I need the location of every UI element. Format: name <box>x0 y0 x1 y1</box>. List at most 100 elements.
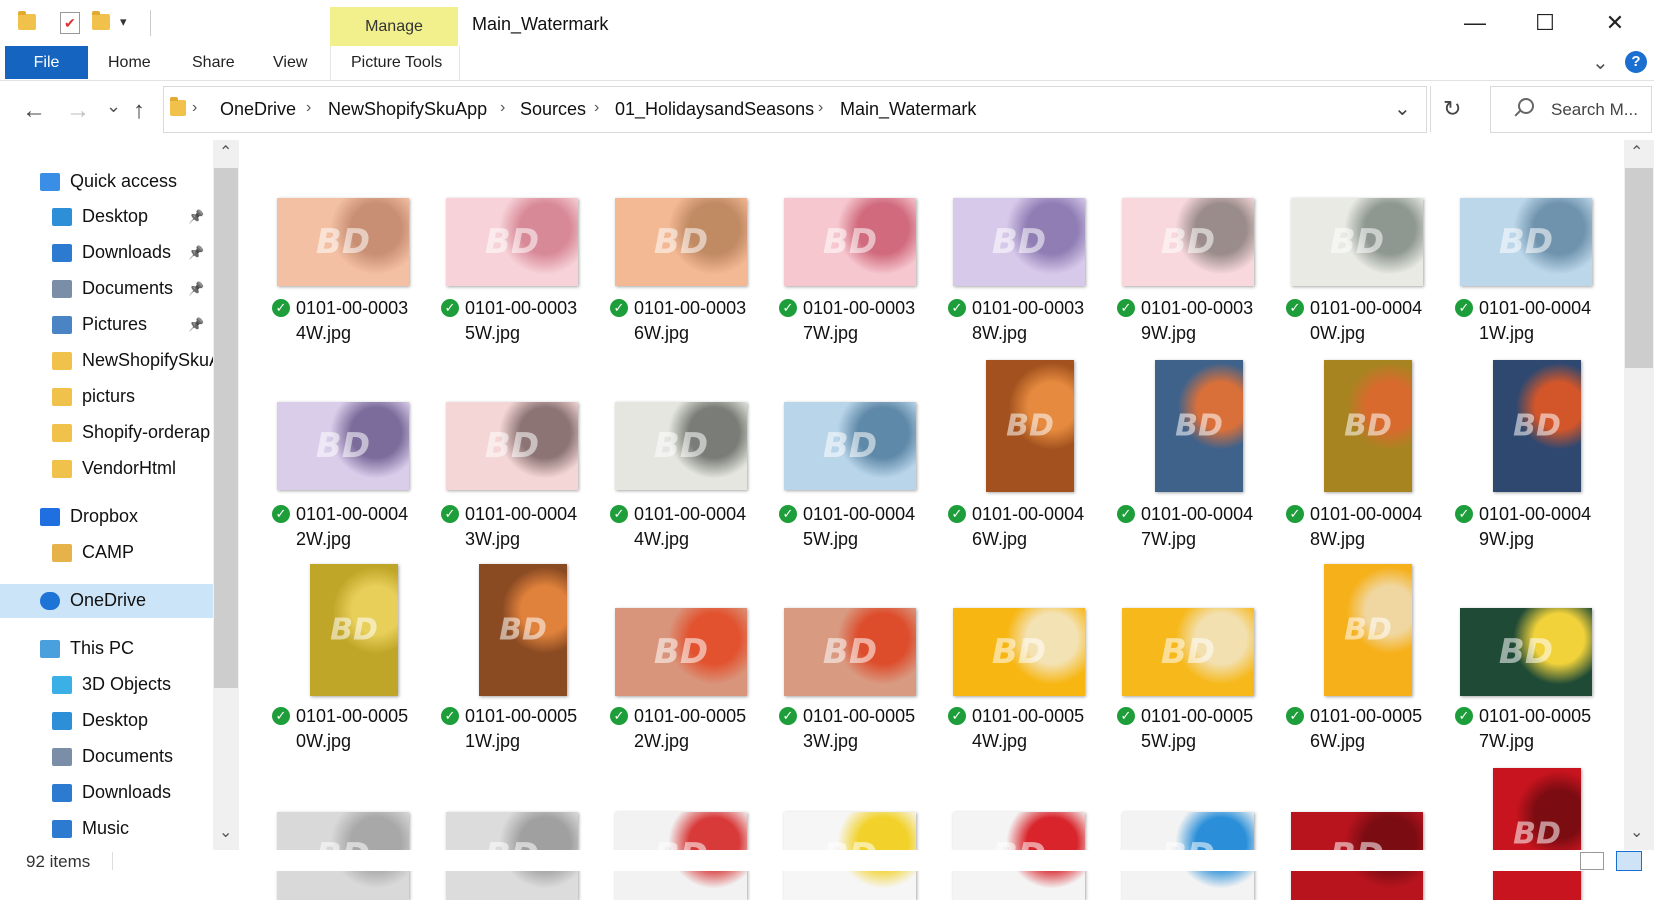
nav-item[interactable]: Downloads 📌 <box>0 236 213 270</box>
file-name-line1[interactable]: 0101-00-0003 <box>634 296 774 321</box>
breadcrumb-separator[interactable]: › <box>594 99 599 117</box>
content-scrollbar-thumb[interactable] <box>1625 168 1653 368</box>
search-input[interactable]: Search M... <box>1551 100 1638 120</box>
content-scroll-up-icon[interactable]: ⌃ <box>1630 142 1643 162</box>
file-name-line2[interactable]: 8W.jpg <box>948 321 1112 346</box>
details-view-icon[interactable] <box>1580 852 1604 870</box>
nav-item[interactable]: VendorHtml <box>0 452 213 486</box>
file-name-line1[interactable]: 0101-00-0003 <box>803 296 943 321</box>
file-name-line1[interactable]: 0101-00-0004 <box>296 502 436 527</box>
file-name-line1[interactable]: 0101-00-0003 <box>1141 296 1281 321</box>
file-name-line1[interactable]: 0101-00-0003 <box>296 296 436 321</box>
file-name-line1[interactable]: 0101-00-0004 <box>465 502 605 527</box>
nav-item[interactable]: CAMP <box>0 536 213 570</box>
file-name-line2[interactable]: 2W.jpg <box>272 527 436 552</box>
file-name-line2[interactable]: 3W.jpg <box>779 729 943 754</box>
breadcrumb-holidays[interactable]: 01_HolidaysandSeasons <box>615 99 814 120</box>
breadcrumb-separator[interactable]: › <box>818 99 823 117</box>
tab-picture-tools[interactable]: Picture Tools <box>351 54 442 72</box>
file-name-line1[interactable]: 0101-00-0004 <box>1479 502 1619 527</box>
file-name-line1[interactable]: 0101-00-0005 <box>1141 704 1281 729</box>
breadcrumb-separator[interactable]: › <box>306 99 311 117</box>
refresh-button[interactable]: ↻ <box>1443 96 1461 122</box>
file-name-line1[interactable]: 0101-00-0005 <box>634 704 774 729</box>
file-name-line1[interactable]: 0101-00-0004 <box>1479 296 1619 321</box>
file-name-line1[interactable]: 0101-00-0005 <box>465 704 605 729</box>
forward-button[interactable]: → <box>66 97 90 125</box>
file-name-line2[interactable]: 5W.jpg <box>441 321 605 346</box>
nav-item[interactable]: Pictures 📌 <box>0 308 213 342</box>
file-name-line2[interactable]: 8W.jpg <box>1286 527 1450 552</box>
file-name-line2[interactable]: 0W.jpg <box>1286 321 1450 346</box>
file-name-line2[interactable]: 4W.jpg <box>272 321 436 346</box>
file-name-line2[interactable]: 3W.jpg <box>441 527 605 552</box>
tab-view[interactable]: View <box>273 54 307 72</box>
nav-item[interactable]: Documents 📌 <box>0 272 213 306</box>
tab-share[interactable]: Share <box>192 54 235 72</box>
nav-item[interactable]: Desktop 📌 <box>0 200 213 234</box>
nav-item[interactable]: picturs <box>0 380 213 414</box>
file-name-line2[interactable]: 7W.jpg <box>779 321 943 346</box>
content-scroll-down-icon[interactable]: ⌄ <box>1630 822 1643 842</box>
properties-icon[interactable]: ✔ <box>60 12 80 34</box>
expand-ribbon-icon[interactable]: ⌄ <box>1592 50 1609 75</box>
new-folder-icon[interactable] <box>92 11 110 30</box>
back-button[interactable]: ← <box>22 97 46 125</box>
close-button[interactable]: ✕ <box>1580 0 1650 46</box>
breadcrumb-sources[interactable]: Sources <box>520 99 586 120</box>
file-name-line1[interactable]: 0101-00-0005 <box>1310 704 1450 729</box>
file-name-line1[interactable]: 0101-00-0004 <box>1310 296 1450 321</box>
breadcrumb-main-watermark[interactable]: Main_Watermark <box>840 99 976 120</box>
file-name-line2[interactable]: 6W.jpg <box>1286 729 1450 754</box>
breadcrumb-newshopifyskuapp[interactable]: NewShopifySkuApp <box>328 99 487 120</box>
file-name-line2[interactable]: 1W.jpg <box>441 729 605 754</box>
file-name-line2[interactable]: 7W.jpg <box>1455 729 1619 754</box>
file-name-line2[interactable]: 4W.jpg <box>610 527 774 552</box>
nav-item[interactable]: Music <box>0 812 213 846</box>
file-name-line1[interactable]: 0101-00-0005 <box>972 704 1112 729</box>
breadcrumb-separator[interactable]: › <box>500 99 505 117</box>
large-icons-view-icon[interactable] <box>1616 851 1642 871</box>
tab-home[interactable]: Home <box>108 54 151 72</box>
tab-file[interactable]: File <box>5 46 88 79</box>
nav-item[interactable]: Downloads <box>0 776 213 810</box>
help-icon[interactable]: ? <box>1625 51 1647 73</box>
file-name-line2[interactable]: 6W.jpg <box>948 527 1112 552</box>
file-name-line1[interactable]: 0101-00-0005 <box>803 704 943 729</box>
file-name-line1[interactable]: 0101-00-0003 <box>972 296 1112 321</box>
customize-quick-access-icon[interactable]: ▾ <box>120 14 127 30</box>
file-name-line2[interactable]: 2W.jpg <box>610 729 774 754</box>
file-name-line1[interactable]: 0101-00-0005 <box>1479 704 1619 729</box>
file-name-line2[interactable]: 9W.jpg <box>1117 321 1281 346</box>
nav-item[interactable]: NewShopifySkuA <box>0 344 221 378</box>
file-name-line2[interactable]: 0W.jpg <box>272 729 436 754</box>
nav-scroll-down-icon[interactable]: ⌄ <box>219 822 232 842</box>
file-name-line1[interactable]: 0101-00-0005 <box>296 704 436 729</box>
file-name-line1[interactable]: 0101-00-0004 <box>1310 502 1450 527</box>
nav-scrollbar-thumb[interactable] <box>214 168 238 688</box>
breadcrumb-onedrive[interactable]: OneDrive <box>220 99 296 120</box>
nav-item[interactable]: Shopify-orderap <box>0 416 213 450</box>
file-name-line2[interactable]: 6W.jpg <box>610 321 774 346</box>
nav-scroll-up-icon[interactable]: ⌃ <box>219 142 232 162</box>
file-name-line1[interactable]: 0101-00-0004 <box>1141 502 1281 527</box>
maximize-button[interactable]: ☐ <box>1510 0 1580 46</box>
minimize-button[interactable]: — <box>1440 0 1510 46</box>
file-name-line2[interactable]: 5W.jpg <box>1117 729 1281 754</box>
address-dropdown-icon[interactable]: ⌄ <box>1394 96 1411 121</box>
file-name-line1[interactable]: 0101-00-0004 <box>972 502 1112 527</box>
file-name-line2[interactable]: 1W.jpg <box>1455 321 1619 346</box>
file-name-line2[interactable]: 4W.jpg <box>948 729 1112 754</box>
file-name-line2[interactable]: 9W.jpg <box>1455 527 1619 552</box>
nav-item[interactable]: Documents <box>0 740 213 774</box>
recent-locations-button[interactable]: ⌄ <box>106 96 121 117</box>
manage-label[interactable]: Manage <box>330 18 458 36</box>
nav-item[interactable]: Desktop <box>0 704 213 738</box>
file-name-line1[interactable]: 0101-00-0004 <box>803 502 943 527</box>
file-name-line1[interactable]: 0101-00-0003 <box>465 296 605 321</box>
nav-item[interactable]: This PC <box>0 632 213 666</box>
nav-item[interactable]: OneDrive <box>0 584 213 618</box>
file-name-line2[interactable]: 5W.jpg <box>779 527 943 552</box>
file-name-line1[interactable]: 0101-00-0004 <box>634 502 774 527</box>
breadcrumb-separator[interactable]: › <box>192 99 197 117</box>
